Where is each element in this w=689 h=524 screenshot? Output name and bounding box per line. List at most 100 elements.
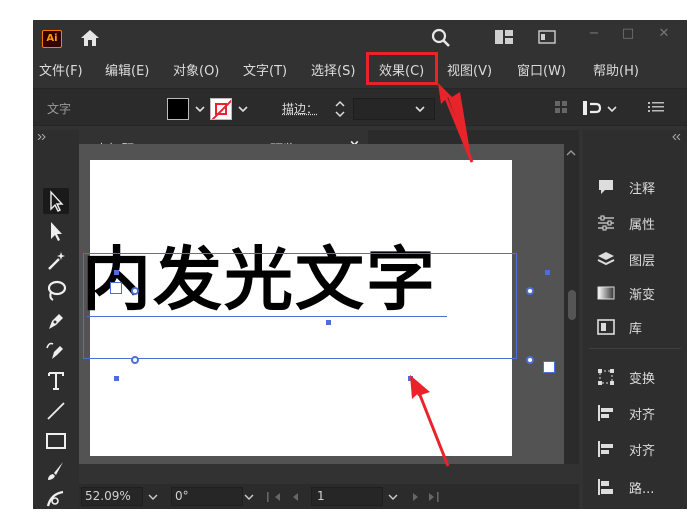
scrollbar-thumb[interactable]	[568, 290, 576, 320]
panel-libraries[interactable]: 库	[597, 316, 683, 338]
fill-color-swatch[interactable]	[167, 98, 189, 120]
previous-artboard-icon[interactable]	[265, 491, 305, 503]
selection-handle-top-left[interactable]	[114, 270, 119, 275]
selection-bounding-box[interactable]	[83, 253, 517, 359]
rectangle-tool[interactable]	[43, 428, 69, 454]
selection-handle-bottom-right[interactable]	[543, 361, 555, 373]
baseline-anchor-point[interactable]	[326, 320, 331, 325]
panel-label: 渐变	[629, 288, 656, 303]
lasso-icon	[47, 280, 67, 301]
chevron-down-icon[interactable]	[605, 102, 619, 116]
gradient-icon	[597, 286, 615, 300]
panel-properties[interactable]: 属性	[597, 212, 683, 234]
chevron-down-icon[interactable]	[193, 102, 207, 116]
selection-handle-top-left[interactable]	[110, 282, 122, 294]
close-button[interactable]: ✕	[651, 24, 677, 46]
arrange-documents-icon[interactable]	[538, 30, 556, 44]
menu-bar: 文件(F) 编辑(E) 对象(O) 文字(T) 选择(S) 效果(C) 视图(V) 窗口(W)…	[33, 56, 687, 82]
scroll-up-icon[interactable]	[565, 148, 577, 158]
menu-type[interactable]: 文字(T)	[243, 60, 287, 79]
collapse-dock-icon[interactable]	[671, 134, 681, 140]
status-bar: 52.09% 0° 1	[79, 484, 579, 509]
stroke-label[interactable]: 描边：	[282, 100, 318, 117]
curvature-pen-icon	[46, 342, 63, 359]
chevron-down-icon[interactable]	[387, 492, 399, 502]
library-icon	[597, 319, 615, 335]
menu-window[interactable]: 窗口(W)	[517, 60, 566, 79]
chevron-down-icon[interactable]	[147, 492, 159, 502]
chevron-down-icon[interactable]	[236, 102, 250, 116]
panel-comments[interactable]: 注释	[597, 176, 683, 198]
magic-wand-tool[interactable]	[43, 248, 69, 274]
search-icon[interactable]	[431, 28, 451, 48]
corner-widget-icon[interactable]	[131, 287, 139, 295]
effect-menu-highlight	[366, 52, 438, 85]
panel-gradient[interactable]: 渐变	[597, 282, 683, 304]
app-logo: Ai	[42, 30, 62, 48]
maximize-button[interactable]: □	[615, 24, 641, 46]
menu-file[interactable]: 文件(F)	[39, 60, 83, 79]
tools-panel	[33, 130, 79, 509]
panel-label: 路...	[629, 482, 655, 497]
control-bar-label: 文字	[47, 102, 72, 116]
shaper-icon	[46, 490, 64, 507]
minimize-button[interactable]: −	[581, 24, 607, 46]
collapse-panel-icon[interactable]	[37, 134, 47, 140]
paintbrush-tool[interactable]	[43, 458, 69, 484]
panel-label: 库	[629, 322, 643, 337]
workspace-icon[interactable]	[495, 30, 513, 44]
selection-handle-top-right[interactable]	[545, 270, 550, 275]
control-bar: 文字 描边：	[33, 88, 687, 126]
panel-label: 注释	[629, 182, 656, 197]
panel-pathfinder[interactable]: 路...	[597, 476, 683, 498]
selection-arrow-icon	[50, 190, 64, 212]
panel-transform[interactable]: 变换	[597, 366, 683, 388]
direct-selection-icon	[51, 222, 62, 241]
menu-view[interactable]: 视图(V)	[447, 60, 492, 79]
text-wrap-icon[interactable]	[582, 100, 602, 116]
magic-wand-icon	[48, 252, 65, 270]
selection-handle-bottom-left[interactable]	[114, 376, 119, 381]
panel-divider	[589, 348, 681, 349]
menu-object[interactable]: 对象(O)	[173, 60, 219, 79]
lasso-tool[interactable]	[43, 278, 69, 304]
shaper-tool[interactable]	[43, 486, 69, 509]
panel-label: 图层	[629, 254, 656, 269]
corner-widget-icon[interactable]	[131, 356, 139, 364]
layers-icon	[597, 252, 615, 266]
home-icon[interactable]	[79, 28, 101, 48]
menu-edit[interactable]: 编辑(E)	[105, 60, 149, 79]
panel-layers[interactable]: 图层	[597, 248, 683, 270]
artboard-number: 1	[317, 489, 325, 503]
next-artboard-icon[interactable]	[407, 491, 447, 503]
stroke-color-swatch[interactable]	[210, 98, 232, 120]
align-icon	[598, 405, 613, 421]
grid-icon[interactable]	[554, 100, 568, 114]
comment-icon	[599, 180, 613, 194]
panel-label: 属性	[629, 218, 656, 233]
selection-tool[interactable]	[43, 188, 69, 214]
pathfinder-icon	[598, 479, 613, 495]
corner-widget-icon[interactable]	[526, 287, 534, 295]
stroke-stepper-icon[interactable]	[330, 97, 350, 121]
right-panel-dock: 注释 属性 图层 渐变库变换 对齐 对齐 路...	[583, 130, 687, 509]
pen-tool[interactable]	[43, 308, 69, 334]
title-bar: Ai − □ ✕	[33, 20, 687, 54]
menu-list-icon[interactable]	[648, 100, 664, 114]
curvature-tool[interactable]	[43, 338, 69, 364]
panel-align[interactable]: 对齐	[597, 402, 683, 424]
panel-label: 对齐	[629, 444, 656, 459]
chevron-down-icon[interactable]	[243, 492, 255, 502]
type-t-icon	[48, 372, 64, 390]
chevron-down-icon[interactable]	[413, 102, 427, 116]
menu-help[interactable]: 帮助(H)	[593, 60, 639, 79]
no-stroke-icon	[211, 99, 231, 119]
direct-selection-tool[interactable]	[43, 218, 69, 244]
selection-handle-bottom-center[interactable]	[408, 376, 413, 381]
panel-align2[interactable]: 对齐	[597, 438, 683, 460]
corner-widget-icon[interactable]	[526, 356, 534, 364]
type-tool[interactable]	[43, 368, 69, 394]
menu-select[interactable]: 选择(S)	[311, 60, 355, 79]
line-tool[interactable]	[43, 398, 69, 424]
pen-icon	[49, 314, 63, 329]
